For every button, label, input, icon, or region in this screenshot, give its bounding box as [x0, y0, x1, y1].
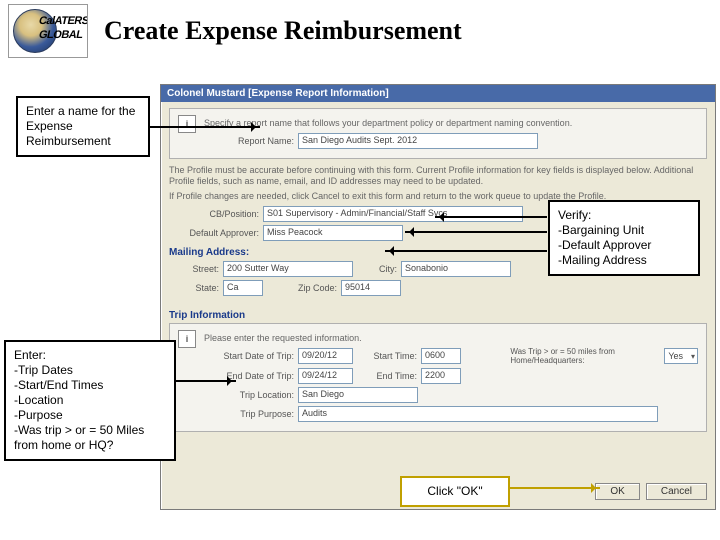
trip-instruction: Please enter the requested information. [204, 333, 698, 345]
start-time-label: Start Time: [357, 351, 417, 361]
street-input[interactable]: 200 Sutter Way [223, 261, 353, 277]
miles-select[interactable]: Yes [664, 348, 698, 364]
miles-question-label: Was Trip > or = 50 miles from Home/Headq… [510, 347, 660, 365]
callout-enter-trip: Enter: -Trip Dates -Start/End Times -Loc… [4, 340, 176, 461]
trip-location-label: Trip Location: [204, 390, 294, 400]
window-body: i Specify a report name that follows you… [161, 102, 715, 506]
end-time-input[interactable]: 2200 [421, 368, 461, 384]
street-label: Street: [169, 264, 219, 274]
cancel-button[interactable]: Cancel [646, 483, 707, 500]
calaters-logo: CalATERS GLOBAL [8, 4, 88, 58]
start-time-input[interactable]: 0600 [421, 348, 461, 364]
callout-click-ok: Click "OK" [400, 476, 510, 507]
report-name-label: Report Name: [204, 136, 294, 146]
page-title: Create Expense Reimbursement [104, 16, 462, 46]
state-input[interactable]: Ca [223, 280, 263, 296]
trip-info-infobox: i Please enter the requested information… [169, 323, 707, 433]
ok-button[interactable]: OK [595, 483, 639, 500]
callout-verify: Verify: -Bargaining Unit -Default Approv… [548, 200, 700, 276]
end-time-label: End Time: [357, 371, 417, 381]
arrow-ok [510, 487, 600, 489]
logo-text-1: CalATERS [38, 15, 88, 27]
arrow-enter [176, 380, 236, 382]
cb-position-input[interactable]: S01 Supervisory - Admin/Financial/Staff … [263, 206, 523, 222]
end-date-input[interactable]: 09/24/12 [298, 368, 353, 384]
arrow-verify-3 [385, 250, 547, 252]
cb-position-label: CB/Position: [169, 209, 259, 219]
default-approver-label: Default Approver: [169, 228, 259, 238]
state-label: State: [169, 283, 219, 293]
start-date-input[interactable]: 09/20/12 [298, 348, 353, 364]
info-icon: i [178, 115, 196, 133]
trip-purpose-input[interactable]: Audits [298, 406, 658, 422]
slide-header: CalATERS GLOBAL Create Expense Reimburse… [0, 0, 720, 66]
dialog-button-bar: OK Cancel [595, 483, 707, 500]
zip-input[interactable]: 95014 [341, 280, 401, 296]
window-titlebar: Colonel Mustard [Expense Report Informat… [161, 85, 715, 102]
callout-verify-l3: -Mailing Address [558, 253, 690, 268]
arrow-verify-2 [405, 231, 547, 233]
callout-enter-l3: -Location [14, 393, 166, 408]
info-icon: i [178, 330, 196, 348]
zip-label: Zip Code: [267, 283, 337, 293]
city-input[interactable]: Sonabonio [401, 261, 511, 277]
report-name-input[interactable]: San Diego Audits Sept. 2012 [298, 133, 538, 149]
callout-enter-l1: -Trip Dates [14, 363, 166, 378]
callout-verify-heading: Verify: [558, 208, 690, 223]
trip-purpose-label: Trip Purpose: [204, 409, 294, 419]
callout-enter-name: Enter a name for the Expense Reimburseme… [16, 96, 150, 157]
profile-para-1: The Profile must be accurate before cont… [169, 165, 707, 188]
city-label: City: [357, 264, 397, 274]
logo-text-2: GLOBAL [38, 29, 84, 41]
callout-enter-l2: -Start/End Times [14, 378, 166, 393]
expense-dialog: Colonel Mustard [Expense Report Informat… [160, 84, 716, 510]
report-name-instruction: Specify a report name that follows your … [204, 118, 698, 130]
trip-info-heading: Trip Information [169, 310, 707, 321]
callout-enter-l4: -Purpose [14, 408, 166, 423]
start-date-label: Start Date of Trip: [204, 351, 294, 361]
arrow-name [150, 126, 260, 128]
report-name-infobox: i Specify a report name that follows you… [169, 108, 707, 159]
callout-enter-heading: Enter: [14, 348, 166, 363]
arrow-verify-1 [435, 216, 547, 218]
callout-verify-l1: -Bargaining Unit [558, 223, 690, 238]
callout-enter-l5: -Was trip > or = 50 Miles from home or H… [14, 423, 166, 453]
default-approver-input[interactable]: Miss Peacock [263, 225, 403, 241]
trip-location-input[interactable]: San Diego [298, 387, 418, 403]
callout-verify-l2: -Default Approver [558, 238, 690, 253]
